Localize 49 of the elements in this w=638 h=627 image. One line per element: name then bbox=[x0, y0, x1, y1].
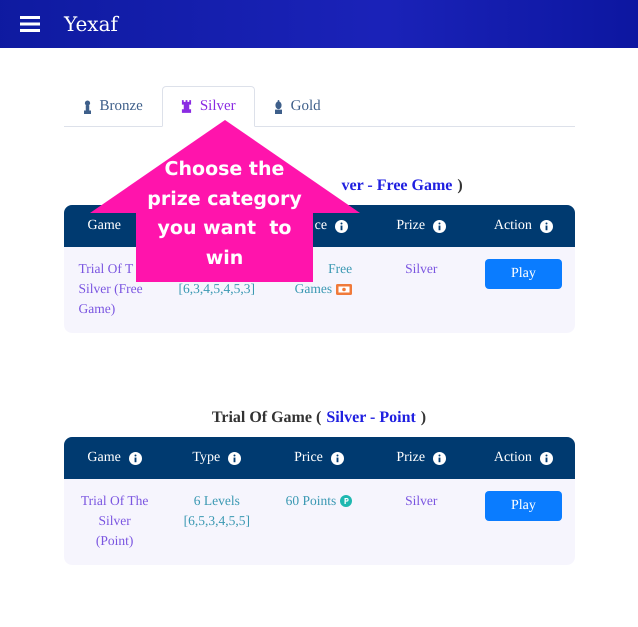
category-link[interactable]: ver - Free Game bbox=[342, 177, 452, 195]
column-header: Action bbox=[494, 218, 532, 234]
table-cell-text: Games bbox=[294, 280, 332, 298]
table-cell-text: 6 Levels bbox=[194, 492, 240, 510]
section-title: ) bbox=[420, 409, 426, 427]
menu-icon[interactable] bbox=[20, 16, 40, 32]
info-icon[interactable] bbox=[433, 220, 446, 232]
column-header: Prize bbox=[396, 450, 426, 466]
info-icon[interactable] bbox=[540, 220, 553, 232]
info-icon[interactable] bbox=[540, 452, 553, 464]
pawn-icon bbox=[82, 100, 92, 114]
play-button[interactable]: Play bbox=[484, 259, 562, 289]
bishop-icon bbox=[274, 100, 283, 114]
column-header: ce bbox=[314, 218, 328, 234]
table-cell-text: Trial Of The bbox=[80, 492, 148, 510]
column-header: Prize bbox=[396, 218, 426, 234]
info-icon[interactable] bbox=[335, 220, 348, 232]
table-cell-text: Silver (Free bbox=[78, 280, 143, 298]
table-cell-text: [6,5,3,4,5,5] bbox=[184, 512, 250, 530]
app-title: Yexaf bbox=[64, 12, 118, 36]
column-header: Game bbox=[88, 218, 121, 234]
table-cell-text: Free bbox=[328, 260, 352, 278]
points-icon bbox=[340, 495, 352, 507]
column-header: Action bbox=[494, 450, 532, 466]
column-header: Game bbox=[87, 450, 121, 466]
prize-tab[interactable]: Bronze bbox=[64, 86, 162, 127]
column-header: Type bbox=[192, 450, 220, 466]
table-cell-text: Trial Of T bbox=[78, 260, 134, 278]
info-icon[interactable] bbox=[330, 452, 344, 464]
rook-icon bbox=[180, 100, 192, 113]
table-cell-text: Game) bbox=[78, 300, 116, 318]
table-cell-text: Silver bbox=[98, 512, 131, 530]
section-title: Trial Of Game ( bbox=[212, 409, 322, 427]
category-link[interactable]: Silver - Point bbox=[326, 409, 416, 427]
play-button[interactable]: Play bbox=[484, 491, 562, 521]
prize-tab[interactable]: Silver bbox=[162, 86, 255, 127]
ticket-icon bbox=[336, 284, 352, 294]
info-icon[interactable] bbox=[128, 452, 142, 464]
section-title: ) bbox=[457, 177, 463, 195]
table-cell-text: Silver bbox=[405, 492, 438, 510]
column-header: Price bbox=[294, 450, 323, 466]
prize-tab[interactable]: Gold bbox=[254, 86, 340, 127]
info-icon[interactable] bbox=[433, 452, 446, 464]
info-icon[interactable] bbox=[228, 452, 242, 464]
table-cell-text: [6,3,4,5,4,5,3] bbox=[178, 280, 256, 298]
table-cell-text: (Point) bbox=[96, 532, 134, 550]
table-cell-text: 60 Points bbox=[286, 492, 336, 510]
callout-text: Choose the prize category you want to win bbox=[146, 157, 303, 270]
table-cell-text: Silver bbox=[405, 260, 438, 278]
